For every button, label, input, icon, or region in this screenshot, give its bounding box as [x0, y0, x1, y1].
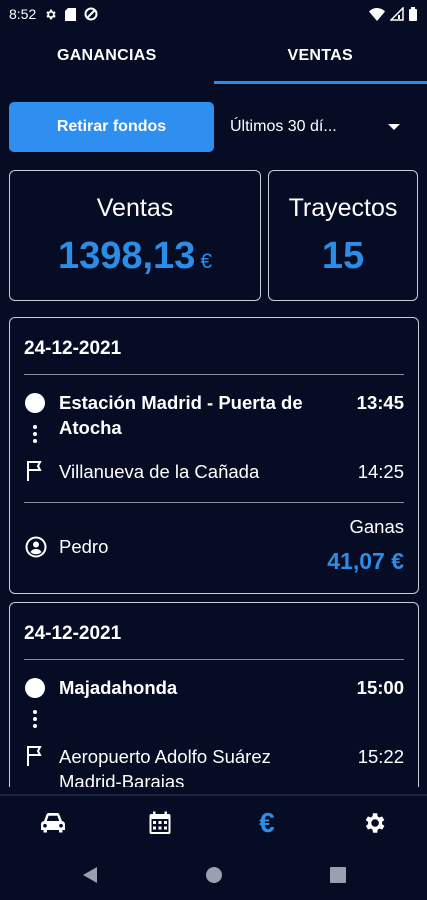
divider — [24, 502, 404, 503]
trips-stat-title: Trayectos — [288, 194, 398, 222]
sales-stat-card: Ventas 1398,13 € — [9, 170, 261, 301]
trip-destination-row: Villanueva de la Cañada 14:25 — [24, 459, 404, 487]
earnings-label: Ganas — [349, 516, 404, 537]
trips-stat-card: Trayectos 15 — [268, 170, 418, 301]
sales-stat-value: 1398,13 — [57, 235, 196, 277]
flag-icon — [27, 461, 42, 481]
home-icon — [205, 867, 222, 883]
trip-date: 24-12-2021 — [24, 338, 122, 359]
tab-ganancias[interactable]: GANANCIAS — [0, 28, 214, 84]
tab-ventas[interactable]: VENTAS — [213, 28, 427, 84]
status-right — [369, 7, 417, 21]
trip-driver-row: Pedro Ganas 41,07 € — [24, 516, 404, 578]
trip-origin: Estación Madrid - Puerta de Atocha — [59, 392, 303, 438]
trip-origin-row: Estación Madrid - Puerta de Atocha 13:45 — [24, 390, 404, 450]
trip-card[interactable]: 24-12-2021 Majadahonda 15:00 Aeropuerto … — [9, 602, 419, 787]
nav-earnings[interactable]: € — [214, 796, 321, 850]
period-dropdown-value: Últimos 30 dí... — [230, 118, 337, 135]
back-icon — [82, 867, 97, 883]
top-tabs: GANANCIAS VENTAS — [0, 28, 427, 84]
trip-destination-time: 15:22 — [357, 746, 404, 767]
status-bar: 8:52 — [0, 0, 427, 28]
gear-icon — [365, 813, 385, 833]
calendar-icon — [149, 811, 171, 834]
driver-name: Pedro — [59, 536, 109, 557]
withdraw-funds-button[interactable]: Retirar fondos — [9, 102, 214, 152]
recents-icon — [329, 867, 346, 883]
sales-stat-title: Ventas — [96, 194, 174, 222]
recents-button[interactable] — [276, 867, 400, 883]
dropdown-caret-icon — [388, 124, 400, 130]
trips-stat-value: 15 — [321, 235, 365, 277]
trip-date: 24-12-2021 — [24, 623, 122, 644]
wifi-icon — [369, 7, 385, 21]
car-icon — [41, 813, 66, 833]
trip-card[interactable]: 24-12-2021 Estación Madrid - Puerta de A… — [9, 317, 419, 594]
bottom-nav: € — [0, 794, 427, 850]
nav-settings[interactable] — [320, 796, 427, 850]
trip-destination-row: Aeropuerto Adolfo Suárez Madrid-Barajas … — [24, 744, 404, 787]
flag-icon — [27, 746, 42, 766]
trip-destination: Aeropuerto Adolfo Suárez Madrid-Barajas — [59, 746, 271, 787]
route-dots-icon — [32, 710, 38, 731]
account-circle-icon — [25, 536, 47, 558]
blocked-icon — [84, 7, 98, 21]
home-button[interactable] — [152, 866, 276, 884]
nav-calendar[interactable] — [107, 796, 214, 850]
battery-icon — [409, 7, 417, 21]
euro-icon: € — [259, 807, 275, 838]
system-nav — [0, 850, 427, 900]
status-left: 8:52 — [9, 6, 98, 22]
trip-list[interactable]: 24-12-2021 Estación Madrid - Puerta de A… — [0, 317, 427, 787]
trip-origin: Majadahonda — [59, 677, 178, 698]
trip-origin-time: 15:00 — [356, 677, 404, 698]
divider — [24, 374, 404, 375]
sales-stat-value-wrap: 1398,13 € — [58, 235, 212, 278]
signal-icon — [390, 7, 404, 21]
divider — [24, 659, 404, 660]
origin-dot-icon — [25, 678, 45, 698]
nav-trips[interactable] — [0, 796, 107, 850]
trip-destination: Villanueva de la Cañada — [59, 461, 260, 482]
sim-card-icon — [65, 7, 77, 21]
trip-origin-time: 13:45 — [356, 392, 404, 413]
period-dropdown[interactable]: Últimos 30 dí... — [230, 104, 410, 150]
back-button[interactable] — [28, 866, 152, 884]
earnings-value: 41,07 € — [327, 548, 404, 574]
status-time: 8:52 — [9, 6, 37, 22]
route-dots-icon — [32, 425, 38, 446]
trip-destination-time: 14:25 — [357, 461, 404, 482]
trip-origin-row: Majadahonda 15:00 — [24, 675, 404, 735]
settings-icon — [44, 8, 57, 21]
origin-dot-icon — [25, 393, 45, 413]
sales-stat-unit: € — [200, 250, 213, 273]
